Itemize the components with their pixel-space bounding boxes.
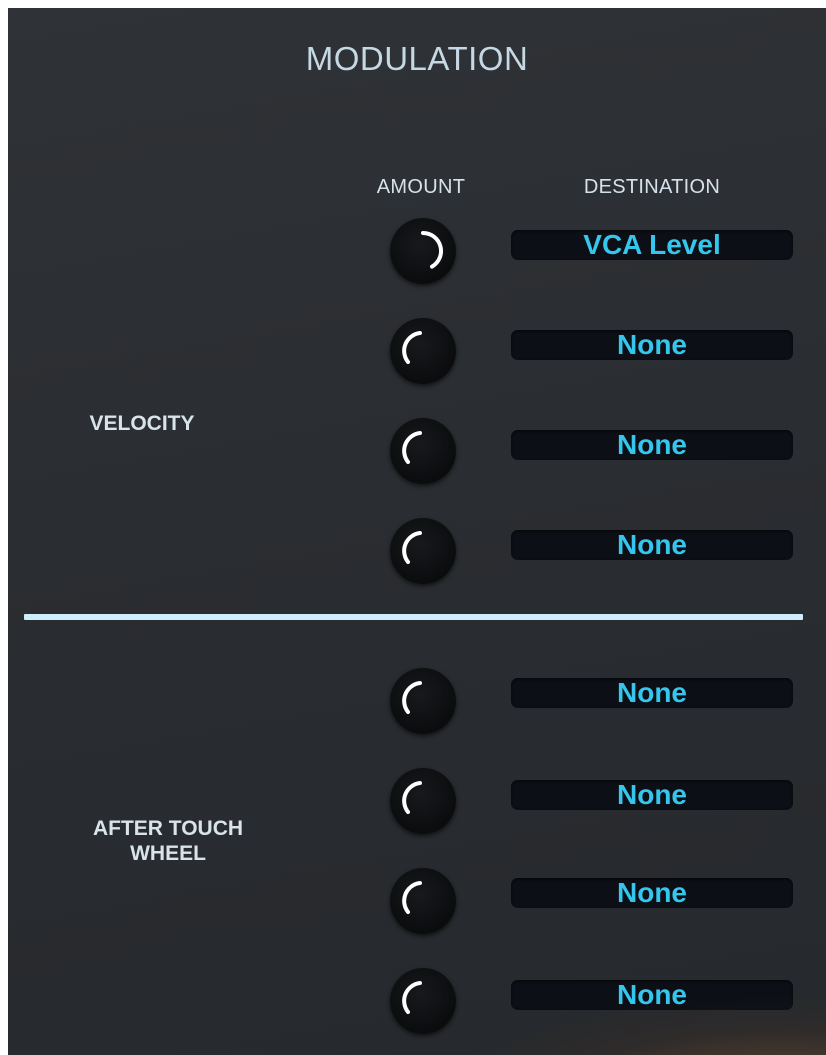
modulation-panel: MODULATION AMOUNT DESTINATION VELOCITY A…: [8, 8, 826, 1055]
velocity-destination-select-4[interactable]: None: [511, 530, 793, 560]
knob-icon: [421, 231, 443, 269]
velocity-amount-knob-4[interactable]: [390, 518, 456, 584]
velocity-amount-knob-3[interactable]: [390, 418, 456, 484]
amount-column-header: AMOUNT: [376, 176, 466, 198]
knob-icon: [402, 681, 422, 714]
aftertouch-destination-select-2[interactable]: None: [511, 780, 793, 810]
velocity-destination-select-1[interactable]: VCA Level: [511, 230, 793, 260]
knob-icon: [402, 531, 422, 564]
knob-icon: [402, 331, 422, 364]
knob-icon: [402, 981, 422, 1014]
aftertouch-label-line-2: WHEEL: [130, 842, 206, 865]
velocity-destination-select-2[interactable]: None: [511, 330, 793, 360]
velocity-destination-select-3[interactable]: None: [511, 430, 793, 460]
aftertouch-destination-select-3[interactable]: None: [511, 878, 793, 908]
knob-icon: [402, 431, 422, 464]
panel-title: MODULATION: [305, 40, 529, 77]
aftertouch-amount-knob-3[interactable]: [390, 868, 456, 934]
destination-column-header: DESTINATION: [583, 176, 721, 198]
aftertouch-section-label: AFTER TOUCH WHEEL: [93, 816, 243, 866]
aftertouch-destination-select-4[interactable]: None: [511, 980, 793, 1010]
knob-icon: [402, 781, 422, 814]
velocity-section-label: VELOCITY: [89, 412, 195, 435]
velocity-amount-knob-1[interactable]: [390, 218, 456, 284]
aftertouch-amount-knob-2[interactable]: [390, 768, 456, 834]
knob-icon: [402, 881, 422, 914]
section-divider: [24, 614, 803, 620]
aftertouch-label-line-1: AFTER TOUCH: [92, 817, 244, 840]
velocity-amount-knob-2[interactable]: [390, 318, 456, 384]
aftertouch-destination-select-1[interactable]: None: [511, 678, 793, 708]
aftertouch-amount-knob-4[interactable]: [390, 968, 456, 1034]
aftertouch-amount-knob-1[interactable]: [390, 668, 456, 734]
